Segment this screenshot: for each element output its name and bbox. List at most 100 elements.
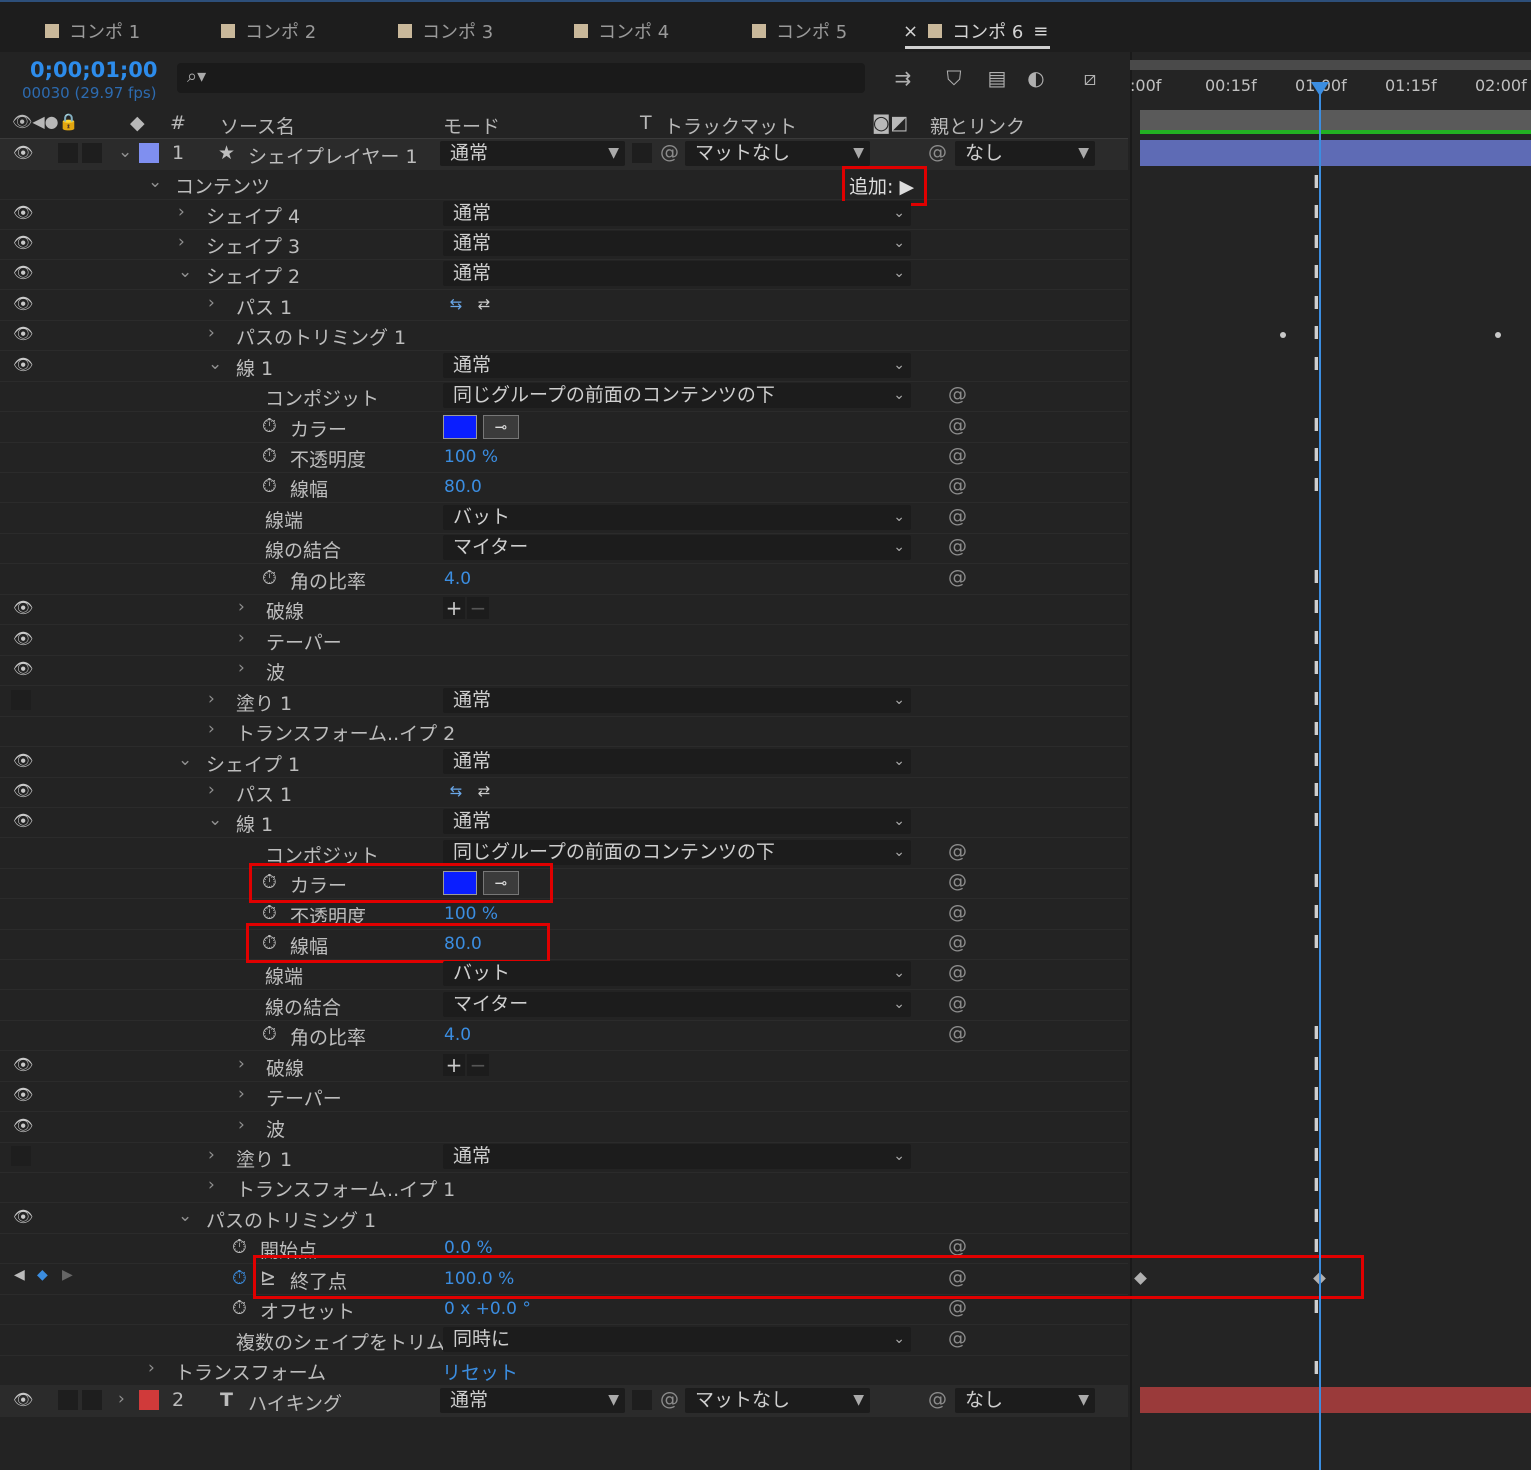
opacity-value[interactable]: 100 % (444, 447, 498, 467)
eye-toggle-empty[interactable] (11, 690, 31, 710)
path-1-row[interactable]: 👁 › パス 1 ⇆ ⇄ (0, 777, 1128, 808)
expression-pickwhip-icon[interactable]: @ (948, 444, 967, 466)
column-parent[interactable]: 親とリンク (930, 112, 1025, 139)
eye-toggle-empty[interactable] (11, 1146, 31, 1166)
column-mode[interactable]: モード (443, 112, 500, 139)
parent-dropdown[interactable]: なし ▼ (955, 141, 1095, 166)
trim-offset-value[interactable]: 0 x +0.0 ° (444, 1299, 531, 1319)
remove-dash-button[interactable]: − (467, 597, 489, 619)
chevron-down-icon[interactable]: ⌄ (118, 142, 132, 162)
taper-row[interactable]: 👁 › テーパー (0, 1081, 1128, 1112)
dashes-row[interactable]: 👁 › 破線 + − (0, 594, 1128, 625)
stopwatch-icon[interactable]: ⏱ (262, 475, 277, 497)
transform-shape-2-row[interactable]: › トランスフォーム..イプ 2 (0, 716, 1128, 747)
eye-icon[interactable]: 👁 (13, 630, 33, 648)
line-join-dropdown[interactable]: マイター ⌄ (443, 535, 911, 560)
chevron-right-icon[interactable]: › (208, 293, 215, 313)
expression-pickwhip-icon[interactable]: @ (948, 1235, 967, 1257)
line-join-row[interactable]: 線の結合 マイター ⌄ @ (0, 533, 1128, 564)
layer-row-2[interactable]: 👁 › 2 T ハイキング 通常 ▼ @ マットなし ▼ @ なし ▼ (0, 1386, 1128, 1417)
chevron-right-icon[interactable]: › (238, 597, 245, 617)
tab-comp-5[interactable]: コンポ 5 (752, 18, 847, 44)
remove-dash-button[interactable]: − (467, 1054, 489, 1076)
path-direction-icon[interactable]: ⇆ (444, 293, 468, 315)
eye-icon[interactable]: 👁 (13, 264, 33, 282)
trim-paths-row[interactable]: 👁 › パスのトリミング 1 (0, 320, 1128, 351)
close-tab-icon[interactable]: × (903, 21, 918, 42)
line-cap-row[interactable]: 線端 バット ⌄ @ (0, 959, 1128, 990)
stroke-1-row[interactable]: 👁 ⌄ 線 1 通常 ⌄ (0, 807, 1128, 838)
eye-icon[interactable]: 👁 (13, 782, 33, 800)
eye-icon[interactable]: 👁 (13, 599, 33, 617)
layer-2-duration-bar[interactable] (1140, 1387, 1531, 1413)
layer-1-duration-bar[interactable] (1140, 140, 1531, 166)
eye-icon[interactable]: 👁 (13, 1086, 33, 1104)
expression-pickwhip-icon[interactable]: @ (948, 870, 967, 892)
preserve-transparency-toggle[interactable] (632, 143, 652, 163)
blend-mode-dropdown[interactable]: 通常 ⌄ (443, 749, 911, 774)
chevron-down-icon[interactable]: ⌄ (208, 354, 222, 374)
add-dash-button[interactable]: + (443, 1054, 465, 1076)
playhead-handle[interactable] (1311, 82, 1329, 96)
layer-row-1[interactable]: 👁 ⌄ 1 ★ シェイプレイヤー 1 通常 ▼ @ マットなし ▼ @ なし ▼ (0, 139, 1128, 170)
expression-pickwhip-icon[interactable]: @ (948, 901, 967, 923)
trim-paths-row[interactable]: 👁 ⌄ パスのトリミング 1 (0, 1203, 1128, 1234)
mode-dropdown[interactable]: 通常 ▼ (440, 1388, 625, 1413)
eyedropper-icon[interactable]: ⊸ (483, 415, 519, 439)
next-keyframe-icon[interactable]: ▶ (62, 1267, 73, 1283)
stroke-1-row[interactable]: 👁 ⌄ 線 1 通常 ⌄ (0, 351, 1128, 382)
blend-mode-dropdown[interactable]: 通常 ⌄ (443, 201, 911, 226)
wave-row[interactable]: 👁 › 波 (0, 655, 1128, 686)
eye-icon[interactable]: 👁 (13, 234, 33, 252)
eye-icon[interactable]: 👁 (13, 1391, 33, 1409)
eye-icon[interactable]: 👁 (13, 812, 33, 830)
eye-icon[interactable]: 👁 (13, 660, 33, 678)
path-reverse-icon[interactable]: ⇄ (472, 293, 496, 315)
reset-link[interactable]: リセット (442, 1358, 518, 1385)
work-area-range[interactable] (1140, 110, 1531, 130)
shape-1-row[interactable]: 👁 ⌄ シェイプ 1 通常 ⌄ (0, 747, 1128, 778)
expression-pickwhip-icon[interactable]: @ (948, 474, 967, 496)
color-row[interactable]: ⏱ カラー ⊸ @ (0, 412, 1128, 443)
blend-mode-dropdown[interactable]: 通常 ⌄ (443, 688, 911, 713)
dashes-row[interactable]: 👁 › 破線 + − (0, 1051, 1128, 1082)
stopwatch-icon[interactable]: ⏱ (232, 1297, 247, 1319)
parent-pickwhip-icon[interactable]: @ (928, 141, 947, 163)
layer-name[interactable]: シェイプレイヤー 1 (248, 142, 418, 169)
line-cap-row[interactable]: 線端 バット ⌄ @ (0, 503, 1128, 534)
shape-3-row[interactable]: 👁 › シェイプ 3 通常 ⌄ (0, 229, 1128, 260)
add-keyframe-icon[interactable]: ◆ (37, 1267, 48, 1283)
stopwatch-icon[interactable]: ⏱ (262, 415, 277, 437)
lock-toggle[interactable] (82, 1390, 102, 1410)
miter-limit-value[interactable]: 4.0 (444, 569, 471, 589)
miter-limit-row[interactable]: ⏱ 角の比率 4.0 @ (0, 1020, 1128, 1051)
chevron-down-icon[interactable]: ⌄ (178, 262, 192, 282)
path-direction-icon[interactable]: ⇆ (444, 780, 468, 802)
trim-multiple-dropdown[interactable]: 同時に ⌄ (443, 1327, 911, 1352)
tab-comp-3[interactable]: コンポ 3 (398, 18, 493, 44)
chevron-right-icon[interactable]: › (118, 1389, 125, 1409)
panel-menu-icon[interactable]: ≡ (1033, 21, 1048, 42)
add-dash-button[interactable]: + (443, 597, 465, 619)
keyframe-dot[interactable] (1280, 332, 1286, 338)
frame-blending-icon[interactable]: ▤ (983, 66, 1011, 92)
tab-comp-6[interactable]: × コンポ 6 ≡ (903, 18, 1048, 44)
fill-1-row[interactable]: › 塗り 1 通常 ⌄ (0, 686, 1128, 717)
stopwatch-icon[interactable]: ⏱ (262, 445, 277, 467)
expression-pickwhip-icon[interactable]: @ (948, 383, 967, 405)
column-track-matte[interactable]: トラックマット (664, 112, 797, 139)
opacity-row[interactable]: ⏱ 不透明度 100 % @ (0, 899, 1128, 930)
chevron-down-icon[interactable]: ⌄ (178, 750, 192, 770)
wave-row[interactable]: 👁 › 波 (0, 1112, 1128, 1143)
eye-icon[interactable]: 👁 (13, 752, 33, 770)
blend-mode-dropdown[interactable]: 通常 ⌄ (443, 809, 911, 834)
blend-mode-dropdown[interactable]: 通常 ⌄ (443, 1144, 911, 1169)
line-join-dropdown[interactable]: マイター ⌄ (443, 992, 911, 1017)
stopwatch-icon[interactable]: ⏱ (262, 1023, 277, 1045)
chevron-down-icon[interactable]: ⌄ (148, 172, 162, 192)
eye-icon[interactable]: 👁 (13, 1117, 33, 1135)
eye-icon[interactable]: 👁 (13, 295, 33, 313)
composite-dropdown[interactable]: 同じグループの前面のコンテンツの下 ⌄ (443, 840, 911, 865)
expression-pickwhip-icon[interactable]: @ (948, 566, 967, 588)
audio-toggle[interactable] (58, 1390, 78, 1410)
